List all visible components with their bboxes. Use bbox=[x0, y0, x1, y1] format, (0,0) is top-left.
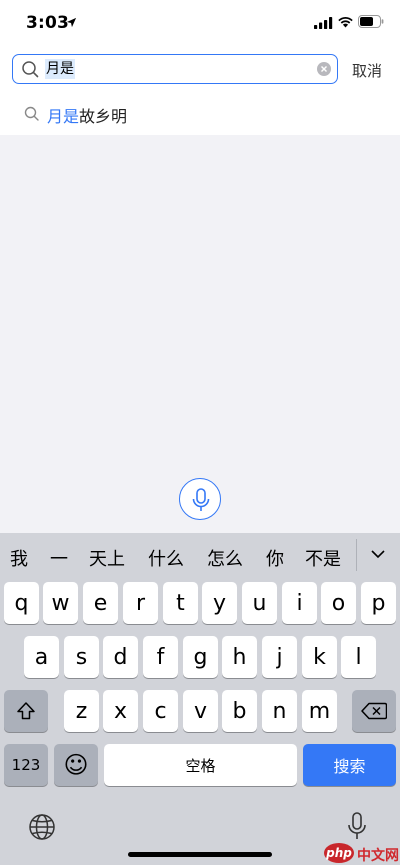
key-m[interactable]: m bbox=[302, 690, 337, 732]
battery-icon bbox=[358, 15, 384, 28]
cancel-button[interactable]: 取消 bbox=[352, 60, 382, 81]
watermark-text: 中文网 bbox=[357, 848, 399, 864]
search-key[interactable]: 搜索 bbox=[303, 744, 396, 786]
search-icon bbox=[22, 61, 39, 78]
numbers-key[interactable]: 123 bbox=[4, 744, 48, 786]
key-z[interactable]: z bbox=[64, 690, 99, 732]
location-arrow-icon bbox=[66, 17, 77, 28]
key-t[interactable]: t bbox=[163, 582, 198, 624]
dictation-microphone-icon[interactable] bbox=[347, 811, 367, 841]
suggestion-rest: 故乡明 bbox=[79, 107, 128, 126]
candidate-word[interactable]: 什么 bbox=[148, 545, 184, 571]
backspace-key[interactable] bbox=[352, 690, 396, 732]
key-o[interactable]: o bbox=[321, 582, 356, 624]
key-i[interactable]: i bbox=[282, 582, 317, 624]
keyboard: 我 一 天上 什么 怎么 你 不是 q w e r t y u i o p a … bbox=[0, 533, 400, 865]
key-c[interactable]: c bbox=[143, 690, 178, 732]
candidate-word[interactable]: 不是 bbox=[305, 545, 341, 571]
cellular-signal-icon bbox=[314, 17, 333, 29]
candidate-word[interactable]: 一 bbox=[50, 545, 68, 571]
space-key[interactable]: 空格 bbox=[104, 744, 297, 786]
search-input-box[interactable]: 月是 bbox=[12, 54, 338, 84]
key-n[interactable]: n bbox=[262, 690, 297, 732]
candidate-word[interactable]: 我 bbox=[10, 545, 28, 571]
key-y[interactable]: y bbox=[202, 582, 237, 624]
emoji-key[interactable]: ☺ bbox=[54, 744, 98, 786]
candidate-bar: 我 一 天上 什么 怎么 你 不是 bbox=[0, 533, 400, 577]
home-indicator bbox=[128, 852, 272, 857]
status-bar: 3:03 bbox=[0, 0, 400, 46]
backspace-icon bbox=[361, 702, 387, 720]
key-l[interactable]: l bbox=[341, 636, 376, 678]
key-d[interactable]: d bbox=[103, 636, 138, 678]
key-b[interactable]: b bbox=[222, 690, 257, 732]
voice-search-button[interactable] bbox=[179, 478, 221, 520]
search-header: 月是 取消 bbox=[0, 46, 400, 90]
key-r[interactable]: r bbox=[123, 582, 158, 624]
key-u[interactable]: u bbox=[242, 582, 277, 624]
key-a[interactable]: a bbox=[24, 636, 59, 678]
candidate-divider bbox=[356, 539, 357, 571]
key-f[interactable]: f bbox=[143, 636, 178, 678]
key-h[interactable]: h bbox=[222, 636, 257, 678]
candidate-word[interactable]: 天上 bbox=[89, 545, 125, 571]
key-p[interactable]: p bbox=[361, 582, 396, 624]
shift-key[interactable] bbox=[4, 690, 48, 732]
key-w[interactable]: w bbox=[43, 582, 78, 624]
key-s[interactable]: s bbox=[64, 636, 99, 678]
key-v[interactable]: v bbox=[183, 690, 218, 732]
results-area bbox=[0, 135, 400, 533]
watermark-logo: php bbox=[324, 843, 354, 863]
key-g[interactable]: g bbox=[183, 636, 218, 678]
globe-icon[interactable] bbox=[28, 813, 56, 841]
key-k[interactable]: k bbox=[302, 636, 337, 678]
suggestion-item[interactable]: 月是故乡明 bbox=[0, 92, 400, 134]
candidate-word[interactable]: 你 bbox=[266, 545, 284, 571]
watermark: php 中文网 bbox=[324, 843, 400, 865]
wifi-icon bbox=[338, 17, 353, 28]
clear-icon[interactable] bbox=[317, 62, 331, 76]
shift-icon bbox=[17, 702, 35, 720]
search-input[interactable]: 月是 bbox=[45, 59, 75, 79]
key-q[interactable]: q bbox=[4, 582, 39, 624]
suggestion-text: 月是故乡明 bbox=[47, 103, 127, 127]
status-time: 3:03 bbox=[26, 13, 70, 33]
key-j[interactable]: j bbox=[262, 636, 297, 678]
key-x[interactable]: x bbox=[103, 690, 138, 732]
candidate-word[interactable]: 怎么 bbox=[207, 545, 243, 571]
chevron-down-icon[interactable] bbox=[370, 546, 386, 562]
microphone-icon bbox=[192, 488, 210, 511]
key-e[interactable]: e bbox=[83, 582, 118, 624]
suggestion-highlight: 月是 bbox=[47, 107, 80, 126]
search-icon bbox=[24, 106, 39, 121]
